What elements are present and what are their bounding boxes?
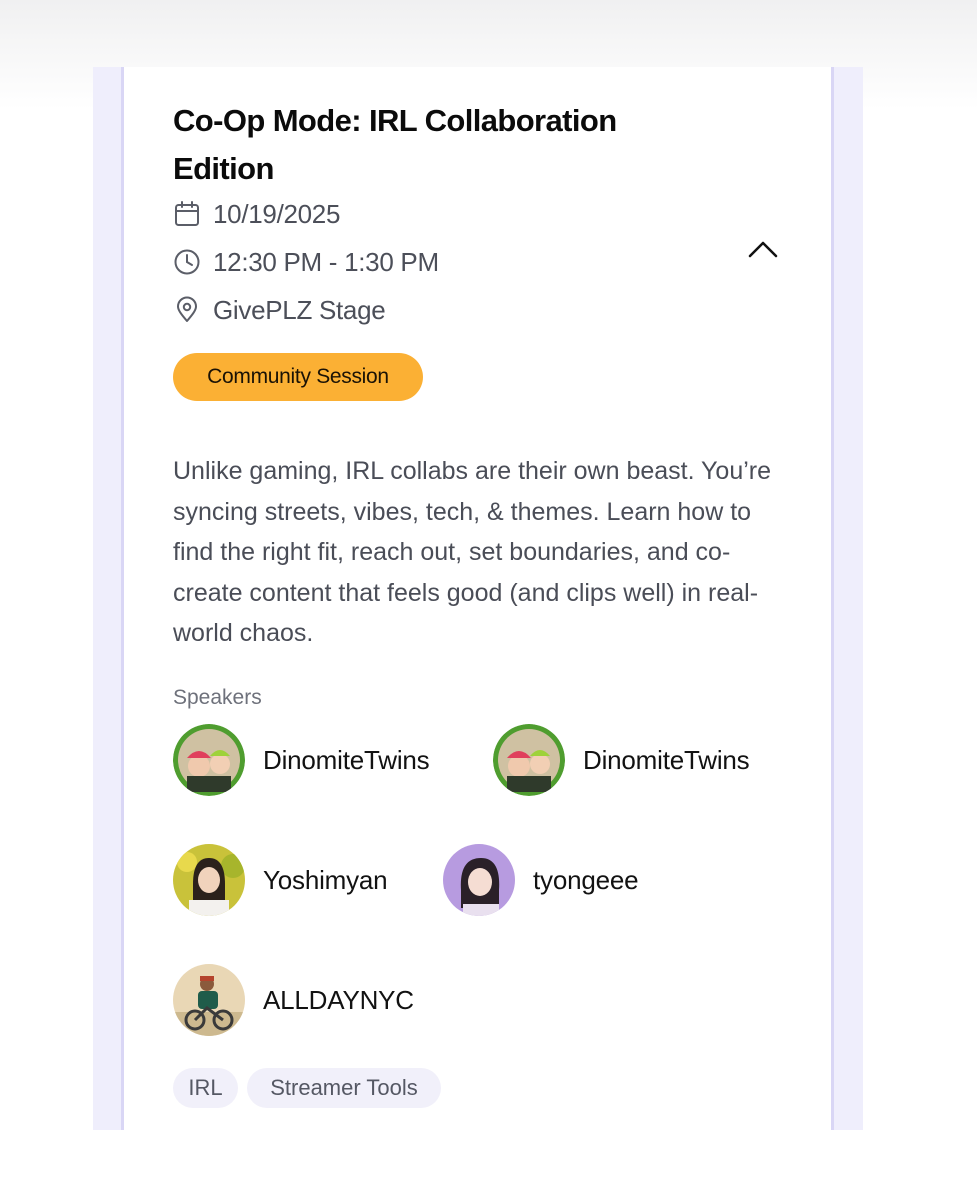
event-date: 10/19/2025 <box>213 198 341 229</box>
clock-icon <box>174 249 200 275</box>
speaker-name: tyongeee <box>533 864 639 895</box>
event-time: 12:30 PM - 1:30 PM <box>213 246 439 277</box>
chevron-up-icon <box>748 241 778 258</box>
speaker-item[interactable]: DinomiteTwins <box>173 723 430 797</box>
tag-irl[interactable]: IRL <box>173 1068 238 1108</box>
avatar <box>173 724 245 796</box>
speaker-name: DinomiteTwins <box>263 744 430 775</box>
avatar <box>493 724 565 796</box>
speaker-item[interactable]: DinomiteTwins <box>493 723 750 797</box>
avatar <box>443 844 515 916</box>
category-badge: Community Session <box>173 353 423 401</box>
speaker-name: Yoshimyan <box>263 864 388 895</box>
speaker-item[interactable]: Yoshimyan <box>173 843 388 917</box>
map-pin-icon <box>177 296 197 322</box>
speaker-item[interactable]: tyongeee <box>443 843 639 917</box>
avatar <box>173 964 245 1036</box>
event-date-row: 10/19/2025 <box>173 198 340 230</box>
tag-streamer-tools[interactable]: Streamer Tools <box>247 1068 441 1108</box>
event-time-row: 12:30 PM - 1:30 PM <box>173 246 439 278</box>
calendar-icon <box>175 201 199 226</box>
speaker-name: DinomiteTwins <box>583 744 750 775</box>
event-location: GivePLZ Stage <box>213 294 386 325</box>
speakers-heading: Speakers <box>173 686 262 709</box>
speaker-name: ALLDAYNYC <box>263 984 414 1015</box>
avatar <box>173 844 245 916</box>
event-title: Co-Op Mode: IRL Collaboration Edition <box>173 103 617 186</box>
speaker-item[interactable]: ALLDAYNYC <box>173 963 414 1037</box>
collapse-button[interactable] <box>744 232 782 266</box>
event-location-row: GivePLZ Stage <box>173 294 386 326</box>
event-description: Unlike gaming, IRL collabs are their own… <box>173 457 772 647</box>
